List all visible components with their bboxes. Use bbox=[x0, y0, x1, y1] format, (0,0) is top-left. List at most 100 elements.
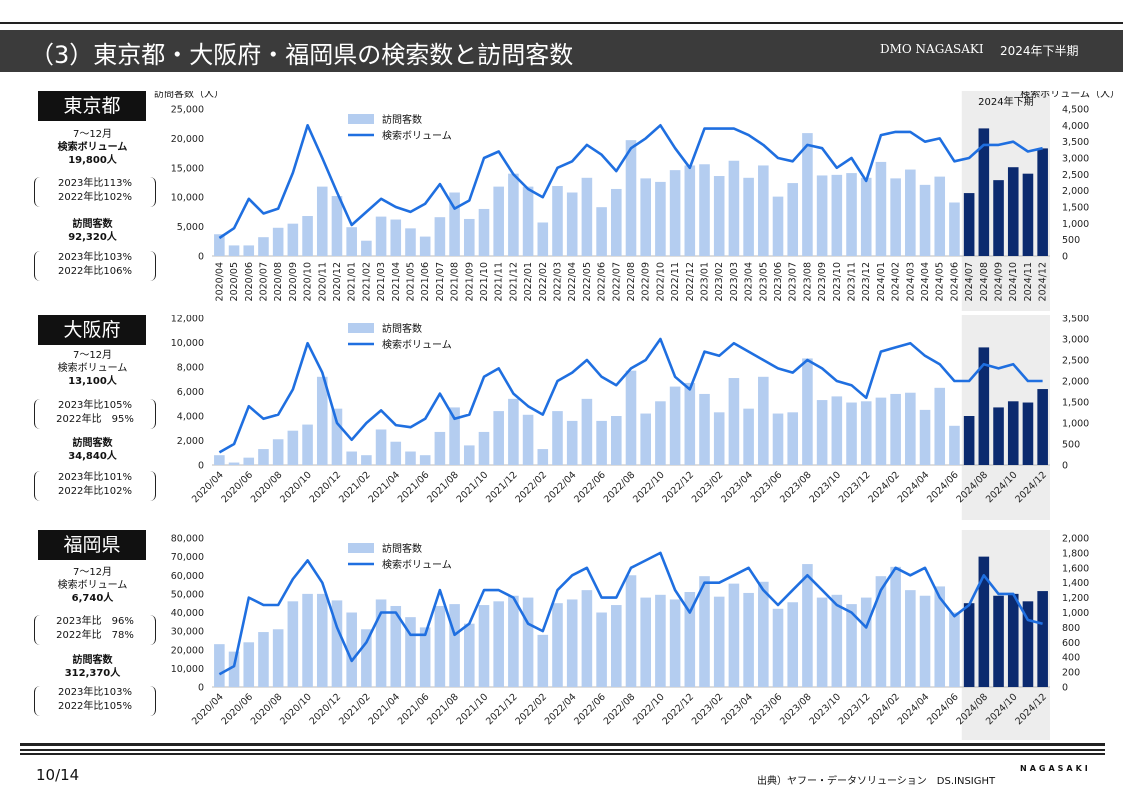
bar bbox=[787, 602, 799, 687]
legend-swatch-bars bbox=[348, 543, 374, 553]
x-tick-label: 2024/02 bbox=[866, 470, 902, 506]
x-tick-label: 2021/02 bbox=[337, 692, 373, 728]
bar bbox=[669, 386, 681, 465]
summary-period: 7～12月 bbox=[72, 129, 113, 140]
search-label: 検索ボリューム bbox=[57, 363, 128, 374]
bar bbox=[772, 413, 784, 465]
bar bbox=[493, 186, 504, 256]
bar bbox=[390, 441, 402, 465]
bar bbox=[522, 414, 534, 465]
x-tick-label: 2022/10 bbox=[655, 262, 666, 301]
bar bbox=[993, 407, 1004, 465]
y2-tick-label: 600 bbox=[1062, 638, 1080, 649]
x-tick-label: 2023/11 bbox=[847, 262, 858, 301]
bar bbox=[258, 632, 269, 687]
x-tick-label: 2021/04 bbox=[366, 692, 402, 728]
x-tick-label: 2020/12 bbox=[308, 470, 344, 506]
bar bbox=[214, 455, 225, 465]
bar bbox=[919, 409, 931, 465]
bar bbox=[331, 196, 343, 256]
x-tick-label: 2022/06 bbox=[572, 470, 608, 506]
x-tick-label: 2024/06 bbox=[925, 470, 961, 506]
bar bbox=[846, 402, 857, 465]
y2-tick-label: 0 bbox=[1062, 252, 1068, 263]
bar bbox=[890, 178, 901, 256]
region-label: 東京都 bbox=[38, 91, 146, 121]
visit-label: 訪問客数 bbox=[72, 655, 113, 666]
bar bbox=[728, 378, 740, 465]
chart-tokyo: 2024年下期訪問客数（人） 検索ボリューム（人）05,00010,00015,0… bbox=[154, 91, 1120, 311]
x-tick-label: 2024/02 bbox=[866, 692, 902, 728]
bar bbox=[522, 186, 534, 256]
summary-period: 7～12月 bbox=[72, 350, 113, 361]
bar bbox=[758, 581, 769, 687]
x-tick-label: 2021/05 bbox=[405, 262, 416, 301]
bar bbox=[346, 451, 357, 465]
x-tick-label: 2021/03 bbox=[376, 262, 387, 301]
x-tick-label: 2023/06 bbox=[749, 692, 785, 728]
bar bbox=[1007, 167, 1019, 256]
bar bbox=[463, 218, 475, 256]
y-tick-label: 8,000 bbox=[177, 363, 204, 374]
search-summary: 7～12月 検索ボリューム 6,740人 bbox=[20, 566, 165, 605]
bar bbox=[1007, 401, 1019, 465]
brand-logo: NAGASAKI bbox=[1020, 764, 1091, 773]
x-tick-label: 2024/07 bbox=[964, 262, 975, 301]
bar bbox=[728, 583, 740, 687]
bar bbox=[758, 376, 769, 465]
bar bbox=[684, 165, 696, 256]
y-tick-label: 4,000 bbox=[177, 412, 204, 423]
x-tick-label: 2024/02 bbox=[891, 262, 902, 301]
x-tick-label: 2022/02 bbox=[513, 470, 549, 506]
x-tick-label: 2020/04 bbox=[214, 262, 225, 301]
x-tick-label: 2023/08 bbox=[778, 470, 814, 506]
bar bbox=[611, 416, 622, 465]
x-tick-label: 2024/10 bbox=[1008, 262, 1019, 301]
y2-tick-label: 1,500 bbox=[1062, 203, 1089, 214]
x-tick-label: 2023/05 bbox=[758, 262, 769, 301]
legend-label: 検索ボリューム bbox=[382, 338, 452, 351]
visit-value: 92,320人 bbox=[68, 232, 117, 243]
bar bbox=[640, 178, 651, 256]
bar bbox=[258, 449, 269, 465]
bar bbox=[919, 595, 931, 687]
bar bbox=[566, 599, 578, 687]
bar bbox=[625, 140, 637, 256]
bar bbox=[508, 398, 519, 465]
visit-value: 312,370人 bbox=[64, 668, 121, 679]
bar bbox=[1037, 148, 1048, 256]
search-cmp-2023: 2023年比105% bbox=[57, 400, 133, 411]
page-title: （3）東京都・大阪府・福岡県の検索数と訪問客数 bbox=[30, 41, 574, 69]
y-tick-label: 5,000 bbox=[177, 222, 204, 233]
legend-swatch-bars bbox=[348, 114, 374, 124]
bar bbox=[596, 420, 607, 465]
bar bbox=[361, 455, 372, 465]
x-tick-label: 2023/03 bbox=[729, 262, 740, 301]
y2-tick-label: 2,500 bbox=[1062, 170, 1089, 181]
visit-cmp-2022: 2022年比106% bbox=[57, 266, 133, 277]
search-comparison: 2023年比113% 2022年比102% bbox=[34, 177, 156, 207]
x-tick-label: 2020/09 bbox=[288, 262, 299, 301]
bar bbox=[831, 174, 843, 256]
y-tick-label: 10,000 bbox=[171, 664, 204, 675]
x-tick-label: 2024/03 bbox=[905, 262, 916, 301]
x-tick-label: 2021/04 bbox=[366, 470, 402, 506]
x-tick-label: 2023/08 bbox=[778, 692, 814, 728]
y-tick-label: 20,000 bbox=[171, 645, 204, 656]
x-tick-label: 2023/01 bbox=[700, 262, 711, 301]
bar bbox=[434, 217, 446, 256]
x-tick-label: 2023/10 bbox=[808, 470, 844, 506]
x-tick-label: 2020/07 bbox=[258, 262, 269, 301]
bar bbox=[655, 594, 666, 687]
x-tick-label: 2021/01 bbox=[347, 262, 358, 301]
x-tick-label: 2023/12 bbox=[837, 692, 873, 728]
visit-label: 訪問客数 bbox=[72, 438, 113, 449]
search-comparison: 2023年比105% 2022年比 95% bbox=[34, 399, 156, 429]
bar bbox=[419, 455, 431, 465]
y2-tick-label: 0 bbox=[1062, 461, 1068, 472]
y2-tick-label: 200 bbox=[1062, 668, 1080, 679]
x-tick-label: 2020/08 bbox=[249, 470, 285, 506]
x-tick-label: 2022/12 bbox=[685, 262, 696, 301]
bar bbox=[419, 627, 431, 687]
y2-tick-label: 3,500 bbox=[1062, 315, 1089, 325]
